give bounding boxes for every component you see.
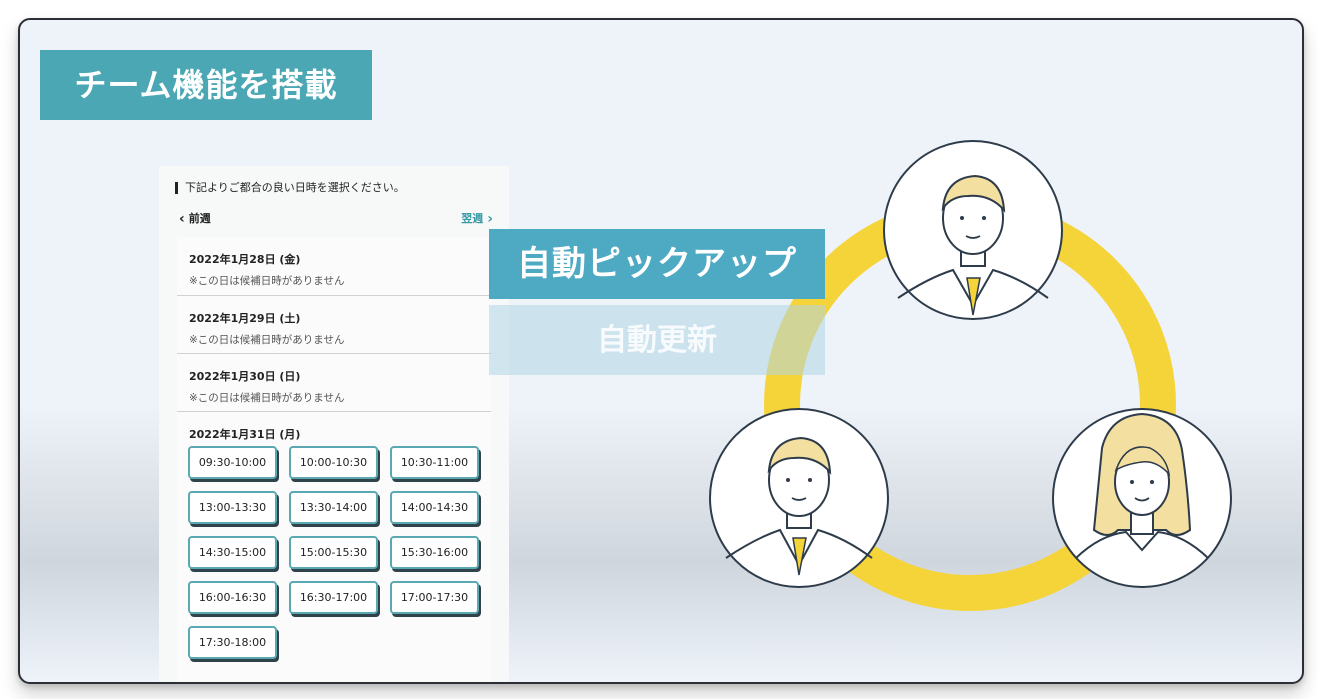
team-diagram bbox=[709, 140, 1232, 611]
date-row: 2022年1月30日 (日) ※この日は候補日時がありません bbox=[177, 354, 491, 412]
date-note: ※この日は候補日時がありません bbox=[189, 392, 345, 404]
time-slot-button[interactable]: 15:00-15:30 bbox=[289, 536, 378, 569]
date-title: 2022年1月30日 (日) bbox=[189, 370, 301, 383]
time-slot-button[interactable]: 13:30-14:00 bbox=[289, 491, 378, 524]
time-slot-button[interactable]: 17:00-17:30 bbox=[390, 581, 479, 614]
time-slot-button[interactable]: 17:30-18:00 bbox=[188, 626, 277, 659]
time-slot-button[interactable]: 14:30-15:00 bbox=[188, 536, 277, 569]
time-slot-button[interactable]: 10:30-11:00 bbox=[390, 446, 479, 479]
person-man-icon bbox=[709, 408, 889, 588]
time-slot-button[interactable]: 09:30-10:00 bbox=[188, 446, 277, 479]
person-man-icon bbox=[883, 140, 1063, 320]
date-row: 2022年1月28日 (金) ※この日は候補日時がありません bbox=[177, 237, 491, 296]
chevron-left-icon: ‹ bbox=[179, 211, 185, 227]
time-slot-button[interactable]: 15:30-16:00 bbox=[390, 536, 479, 569]
next-week-link[interactable]: 翌週 › bbox=[461, 210, 497, 226]
video-frame: チーム機能を搭載 下記よりご都合の良い日時を選択ください。 ‹ 前週 翌週 › 20… bbox=[18, 18, 1304, 684]
date-title: 2022年1月31日 (月) bbox=[189, 428, 301, 441]
date-title: 2022年1月28日 (金) bbox=[189, 253, 301, 266]
slide-title: チーム機能を搭載 bbox=[40, 50, 372, 120]
time-slot-button[interactable]: 14:00-14:30 bbox=[390, 491, 479, 524]
prev-week-link[interactable]: ‹ 前週 bbox=[175, 210, 211, 226]
prev-week-label: 前週 bbox=[188, 212, 211, 225]
time-slot-button[interactable]: 16:00-16:30 bbox=[188, 581, 277, 614]
time-slot-button[interactable]: 13:00-13:30 bbox=[188, 491, 277, 524]
chevron-right-icon: › bbox=[487, 211, 493, 227]
date-note: ※この日は候補日時がありません bbox=[189, 275, 345, 287]
next-week-label: 翌週 bbox=[461, 212, 484, 225]
time-slot-button[interactable]: 16:30-17:00 bbox=[289, 581, 378, 614]
date-row-available: 2022年1月31日 (月) 09:30-10:00 10:00-10:30 1… bbox=[177, 412, 491, 682]
date-note: ※この日は候補日時がありません bbox=[189, 334, 345, 346]
schedule-panel: 下記よりご都合の良い日時を選択ください。 ‹ 前週 翌週 › 2022年1月28日 … bbox=[159, 166, 509, 682]
auto-pickup-label: 自動ピックアップ bbox=[489, 229, 825, 299]
time-slot-button[interactable]: 10:00-10:30 bbox=[289, 446, 378, 479]
auto-update-label: 自動更新 bbox=[489, 305, 825, 375]
person-woman-icon bbox=[1052, 408, 1232, 588]
date-title: 2022年1月29日 (土) bbox=[189, 312, 301, 325]
instruction-text: 下記よりご都合の良い日時を選択ください。 bbox=[175, 182, 405, 194]
date-row: 2022年1月29日 (土) ※この日は候補日時がありません bbox=[177, 296, 491, 354]
